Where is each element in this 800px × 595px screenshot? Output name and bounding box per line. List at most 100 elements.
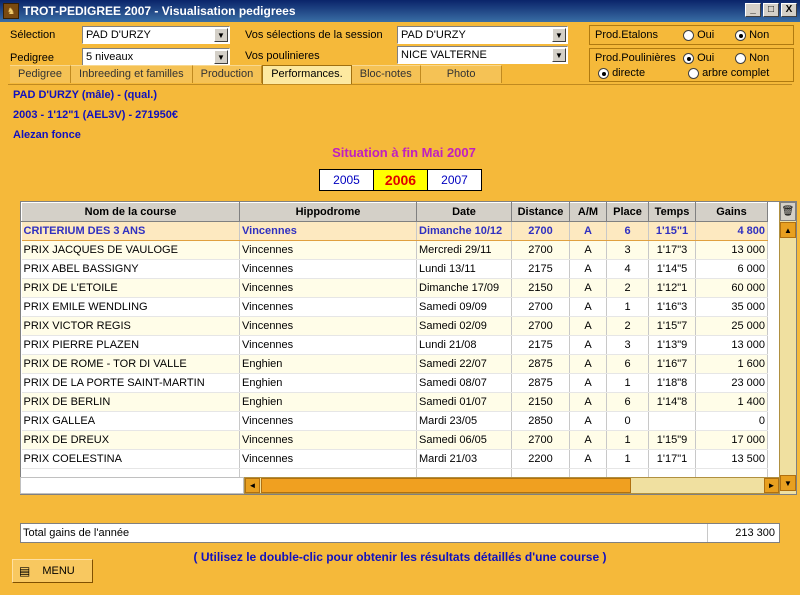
close-button[interactable]: X: [781, 3, 797, 17]
table-cell: 1 600: [695, 354, 768, 374]
trash-icon[interactable]: 🗑: [780, 202, 796, 221]
maximize-button[interactable]: □: [763, 3, 779, 17]
tab-performances[interactable]: Performances.: [262, 65, 352, 84]
table-cell: 1'17"3: [648, 240, 696, 260]
tab-production[interactable]: Production: [192, 65, 263, 83]
tab-photo[interactable]: Photo: [420, 65, 503, 83]
prod-etalons-non[interactable]: Non: [735, 29, 769, 41]
selection-combo[interactable]: PAD D'URZY ▼: [82, 26, 230, 44]
table-cell: PRIX ABEL BASSIGNY: [21, 259, 240, 279]
radio-icon[interactable]: [735, 29, 746, 41]
radio-icon[interactable]: [598, 67, 609, 79]
scroll-left-icon[interactable]: ◄: [245, 478, 260, 493]
table-cell: 2200: [511, 449, 570, 469]
table-cell: PRIX DE DREUX: [21, 430, 240, 450]
scrollbar-spacer: [20, 477, 244, 494]
chevron-down-icon[interactable]: ▼: [214, 28, 228, 42]
column-header[interactable]: Place: [606, 202, 649, 222]
vertical-scrollbar[interactable]: 🗑 ▲ ▼: [779, 202, 796, 494]
table-cell: CRITERIUM DES 3 ANS: [21, 221, 240, 241]
column-header[interactable]: A/M: [569, 202, 607, 222]
radio-icon[interactable]: [735, 52, 746, 64]
prod-poulinieres-non[interactable]: Non: [735, 52, 769, 64]
horizontal-scroll-track[interactable]: ◄ ►: [244, 477, 780, 494]
table-cell: 0: [606, 411, 649, 431]
tab-bar: Pedigree Inbreeding et familles Producti…: [10, 65, 503, 84]
table-row[interactable]: PRIX PIERRE PLAZEN Vincennes Lundi 21/08 21…: [21, 335, 768, 355]
poulinieres-combo[interactable]: NICE VALTERNE ▼: [397, 46, 568, 64]
table-cell: 2175: [511, 335, 570, 355]
table-row[interactable]: PRIX DE ROME - TOR DI VALLE Enghien Samedi…: [21, 354, 768, 374]
pedigree-value: 5 niveaux: [86, 51, 134, 63]
title-bar: ♞ TROT-PEDIGREE 2007 - Visualisation ped…: [0, 0, 800, 22]
table-cell: 2: [606, 278, 649, 298]
scroll-right-icon[interactable]: ►: [764, 478, 779, 493]
session-combo[interactable]: PAD D'URZY ▼: [397, 26, 568, 44]
year-button-2007[interactable]: 2007: [427, 169, 482, 191]
table-cell: 6: [606, 392, 649, 412]
horizontal-scrollbar[interactable]: ◄ ►: [20, 477, 780, 494]
table-cell: 4 800: [695, 221, 768, 241]
year-button-2005[interactable]: 2005: [319, 169, 374, 191]
horse-head-icon: ♞: [3, 3, 19, 19]
table-row[interactable]: PRIX JACQUES DE VAULOGE Vincennes Mercredi…: [21, 240, 768, 260]
chevron-down-icon[interactable]: ▼: [552, 48, 566, 62]
tab-inbreeding[interactable]: Inbreeding et familles: [71, 65, 193, 83]
table-row[interactable]: PRIX DE BERLIN Enghien Samedi 01/07 2150 A 6 1…: [21, 392, 768, 412]
column-header[interactable]: Nom de la course: [21, 202, 240, 222]
table-cell: A: [569, 259, 607, 279]
session-label: Vos sélections de la session: [245, 29, 383, 41]
year-button-2006[interactable]: 2006: [373, 169, 428, 191]
minimize-button[interactable]: _: [745, 3, 761, 17]
column-header[interactable]: Gains: [695, 202, 768, 222]
radio-icon[interactable]: [688, 67, 699, 79]
column-header[interactable]: Temps: [648, 202, 696, 222]
scroll-thumb[interactable]: [261, 478, 631, 493]
table-cell: 2700: [511, 430, 570, 450]
table-row[interactable]: PRIX DE LA PORTE SAINT-MARTIN Enghien Same…: [21, 373, 768, 393]
prod-poulinieres-directe[interactable]: directe: [598, 67, 645, 79]
table-cell: 13 500: [695, 449, 768, 469]
chevron-down-icon[interactable]: ▼: [552, 28, 566, 42]
table-row[interactable]: CRITERIUM DES 3 ANS Vincennes Dimanche 10/…: [21, 221, 768, 241]
table-row[interactable]: PRIX DE L'ETOILE Vincennes Dimanche 17/09 2…: [21, 278, 768, 298]
table-cell: 2: [606, 316, 649, 336]
table-row[interactable]: PRIX ABEL BASSIGNY Vincennes Lundi 13/11 21…: [21, 259, 768, 279]
table-header-row: Nom de la course Hippodrome Date Distanc…: [21, 202, 768, 222]
table-cell: A: [569, 316, 607, 336]
table-row[interactable]: PRIX DE DREUX Vincennes Samedi 06/05 2700 A 1…: [21, 430, 768, 450]
prod-poulinieres-oui[interactable]: Oui: [683, 52, 714, 64]
table-row[interactable]: PRIX GALLEA Vincennes Mardi 23/05 2850 A 0 0: [21, 411, 768, 431]
table-cell: 1'15"7: [648, 316, 696, 336]
table-cell: 3: [606, 335, 649, 355]
menu-button[interactable]: ▤ MENU: [12, 559, 93, 583]
table-row[interactable]: PRIX COELESTINA Vincennes Mardi 21/03 2200 A…: [21, 449, 768, 469]
table-cell: Samedi 22/07: [416, 354, 512, 374]
table-cell: 2875: [511, 354, 570, 374]
table-cell: A: [569, 411, 607, 431]
prod-etalons-oui[interactable]: Oui: [683, 29, 714, 41]
table-row[interactable]: PRIX EMILE WENDLING Vincennes Samedi 09/09…: [21, 297, 768, 317]
pedigree-combo[interactable]: 5 niveaux ▼: [82, 48, 230, 66]
scroll-down-icon[interactable]: ▼: [780, 475, 796, 491]
prod-poulinieres-arbre[interactable]: arbre complet: [688, 67, 769, 79]
chevron-down-icon[interactable]: ▼: [214, 50, 228, 64]
table-cell: 2700: [511, 316, 570, 336]
table-cell: 1'14"8: [648, 392, 696, 412]
table-cell: 1'15"9: [648, 430, 696, 450]
tab-pedigree[interactable]: Pedigree: [10, 65, 72, 83]
table-cell: 23 000: [695, 373, 768, 393]
radio-icon[interactable]: [683, 52, 694, 64]
column-header[interactable]: Date: [416, 202, 512, 222]
scroll-up-icon[interactable]: ▲: [780, 222, 796, 238]
column-header[interactable]: Distance: [511, 202, 570, 222]
column-header[interactable]: Hippodrome: [239, 202, 417, 222]
table-row[interactable]: PRIX VICTOR REGIS Vincennes Samedi 02/09 27…: [21, 316, 768, 336]
table-cell: A: [569, 221, 607, 241]
selection-label: Sélection: [10, 29, 56, 41]
table-cell: 1: [606, 449, 649, 469]
radio-icon[interactable]: [683, 29, 694, 41]
table-cell: Samedi 06/05: [416, 430, 512, 450]
table-cell: 1: [606, 373, 649, 393]
tab-bloc-notes[interactable]: Bloc-notes: [351, 65, 421, 83]
